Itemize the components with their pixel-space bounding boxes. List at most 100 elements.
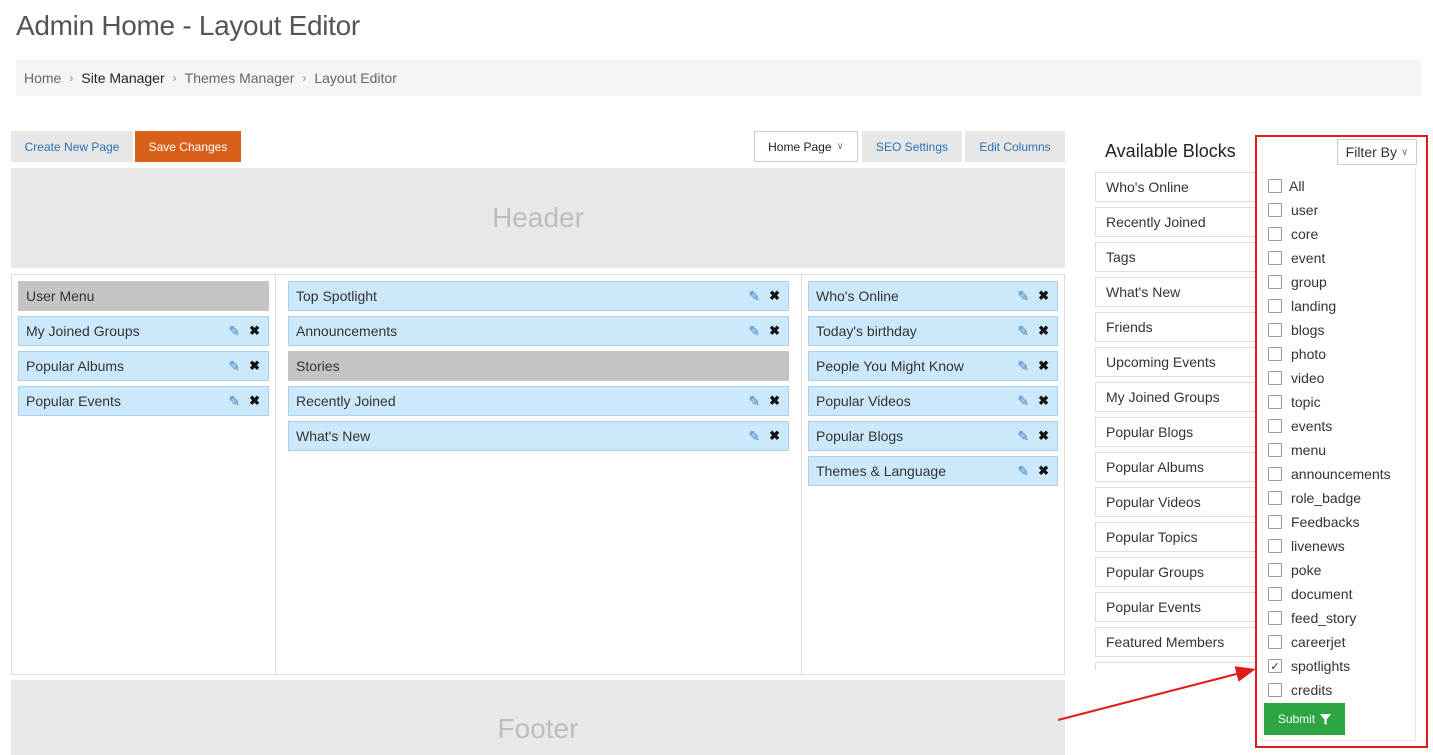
available-block-item[interactable]: Who's Online	[1095, 172, 1260, 202]
breadcrumb-themes-manager[interactable]: Themes Manager	[185, 70, 295, 86]
available-block-item[interactable]: My Joined Groups	[1095, 382, 1260, 412]
layout-block[interactable]: Top Spotlight ✎ ✖	[288, 281, 789, 311]
checkbox[interactable]	[1268, 539, 1282, 553]
filter-option-feedbacks[interactable]: Feedbacks	[1259, 510, 1415, 534]
filter-option-credits[interactable]: credits	[1259, 678, 1415, 702]
filter-option-all[interactable]: All	[1259, 174, 1415, 198]
page-select-dropdown[interactable]: Home Page ∨	[754, 131, 858, 162]
breadcrumb-home[interactable]: Home	[24, 70, 61, 86]
filter-option-spotlights[interactable]: ✓ spotlights	[1259, 654, 1415, 678]
filter-option-group[interactable]: group	[1259, 270, 1415, 294]
checkbox[interactable]	[1268, 491, 1282, 505]
available-block-item[interactable]: Popular Blogs	[1095, 417, 1260, 447]
pencil-icon[interactable]: ✎	[1017, 429, 1029, 443]
checkbox[interactable]	[1268, 227, 1282, 241]
pencil-icon[interactable]: ✎	[228, 359, 240, 373]
available-block-item[interactable]: Tags	[1095, 242, 1260, 272]
pencil-icon[interactable]: ✎	[1017, 464, 1029, 478]
layout-block[interactable]: Popular Events ✎ ✖	[18, 386, 269, 416]
column-left[interactable]: User Menu My Joined Groups ✎ ✖ Popular Album…	[12, 275, 276, 674]
header-region[interactable]: Header	[11, 168, 1065, 268]
save-changes-button[interactable]: Save Changes	[135, 131, 241, 162]
seo-settings-button[interactable]: SEO Settings	[862, 131, 962, 162]
layout-block[interactable]: People You Might Know ✎ ✖	[808, 351, 1058, 381]
pencil-icon[interactable]: ✎	[748, 394, 760, 408]
filter-option-video[interactable]: video	[1259, 366, 1415, 390]
close-icon[interactable]: ✖	[1038, 429, 1049, 443]
layout-block[interactable]: What's New ✎ ✖	[288, 421, 789, 451]
layout-block[interactable]: Popular Blogs ✎ ✖	[808, 421, 1058, 451]
pencil-icon[interactable]: ✎	[228, 324, 240, 338]
available-block-item[interactable]: Popular Albums	[1095, 452, 1260, 482]
filter-option-poke[interactable]: poke	[1259, 558, 1415, 582]
checkbox[interactable]	[1268, 635, 1282, 649]
available-block-item[interactable]: Featured Members	[1095, 627, 1260, 657]
column-center[interactable]: Top Spotlight ✎ ✖ Announcements ✎ ✖ Stories Rec…	[276, 275, 802, 674]
available-block-item[interactable]: Recently Joined	[1095, 207, 1260, 237]
checkbox[interactable]	[1268, 395, 1282, 409]
layout-block[interactable]: Themes & Language ✎ ✖	[808, 456, 1058, 486]
pencil-icon[interactable]: ✎	[1017, 394, 1029, 408]
close-icon[interactable]: ✖	[249, 324, 260, 338]
filter-option-announcements[interactable]: announcements	[1259, 462, 1415, 486]
close-icon[interactable]: ✖	[1038, 464, 1049, 478]
footer-region[interactable]: Footer	[11, 680, 1065, 755]
filter-option-photo[interactable]: photo	[1259, 342, 1415, 366]
filter-option-livenews[interactable]: livenews	[1259, 534, 1415, 558]
checkbox[interactable]	[1268, 323, 1282, 337]
filter-option-user[interactable]: user	[1259, 198, 1415, 222]
filter-option-menu[interactable]: menu	[1259, 438, 1415, 462]
edit-columns-button[interactable]: Edit Columns	[965, 131, 1065, 162]
checkbox[interactable]	[1268, 371, 1282, 385]
filter-option-feed-story[interactable]: feed_story	[1259, 606, 1415, 630]
checkbox[interactable]	[1268, 683, 1282, 697]
pencil-icon[interactable]: ✎	[748, 289, 760, 303]
checkbox[interactable]	[1268, 179, 1282, 193]
block-group-stories[interactable]: Stories	[288, 351, 789, 381]
layout-block[interactable]: Today's birthday ✎ ✖	[808, 316, 1058, 346]
layout-block[interactable]: Announcements ✎ ✖	[288, 316, 789, 346]
checkbox[interactable]	[1268, 275, 1282, 289]
layout-block[interactable]: My Joined Groups ✎ ✖	[18, 316, 269, 346]
close-icon[interactable]: ✖	[1038, 359, 1049, 373]
filter-option-event[interactable]: event	[1259, 246, 1415, 270]
available-block-item[interactable]: Popular Events	[1095, 592, 1260, 622]
column-right[interactable]: Who's Online ✎ ✖ Today's birthday ✎ ✖ People Y…	[802, 275, 1064, 674]
close-icon[interactable]: ✖	[249, 394, 260, 408]
close-icon[interactable]: ✖	[249, 359, 260, 373]
layout-block[interactable]: Who's Online ✎ ✖	[808, 281, 1058, 311]
filter-option-topic[interactable]: topic	[1259, 390, 1415, 414]
filter-submit-button[interactable]: Submit	[1264, 703, 1345, 735]
close-icon[interactable]: ✖	[769, 324, 780, 338]
pencil-icon[interactable]: ✎	[1017, 359, 1029, 373]
breadcrumb-site-manager[interactable]: Site Manager	[81, 70, 164, 86]
pencil-icon[interactable]: ✎	[748, 429, 760, 443]
checkbox[interactable]	[1268, 443, 1282, 457]
close-icon[interactable]: ✖	[1038, 394, 1049, 408]
checkbox[interactable]	[1268, 611, 1282, 625]
filter-option-core[interactable]: core	[1259, 222, 1415, 246]
available-block-item[interactable]: Upcoming Events	[1095, 347, 1260, 377]
checkbox[interactable]	[1268, 203, 1282, 217]
available-block-item[interactable]: Popular Topics	[1095, 522, 1260, 552]
close-icon[interactable]: ✖	[1038, 324, 1049, 338]
available-block-item[interactable]: Friends	[1095, 312, 1260, 342]
available-block-item[interactable]: What's New	[1095, 277, 1260, 307]
checkbox[interactable]	[1268, 467, 1282, 481]
filter-option-blogs[interactable]: blogs	[1259, 318, 1415, 342]
filter-by-button[interactable]: Filter By ∨	[1337, 139, 1417, 165]
checkbox[interactable]	[1268, 347, 1282, 361]
pencil-icon[interactable]: ✎	[1017, 289, 1029, 303]
create-new-page-button[interactable]: Create New Page	[11, 131, 133, 162]
available-block-item[interactable]: Popular Groups	[1095, 557, 1260, 587]
pencil-icon[interactable]: ✎	[228, 394, 240, 408]
layout-block[interactable]: Recently Joined ✎ ✖	[288, 386, 789, 416]
checkbox-checked[interactable]: ✓	[1268, 659, 1282, 673]
available-block-item[interactable]: Popular Videos	[1095, 487, 1260, 517]
filter-option-role-badge[interactable]: role_badge	[1259, 486, 1415, 510]
checkbox[interactable]	[1268, 587, 1282, 601]
layout-block[interactable]: Popular Albums ✎ ✖	[18, 351, 269, 381]
checkbox[interactable]	[1268, 419, 1282, 433]
close-icon[interactable]: ✖	[769, 289, 780, 303]
close-icon[interactable]: ✖	[769, 429, 780, 443]
